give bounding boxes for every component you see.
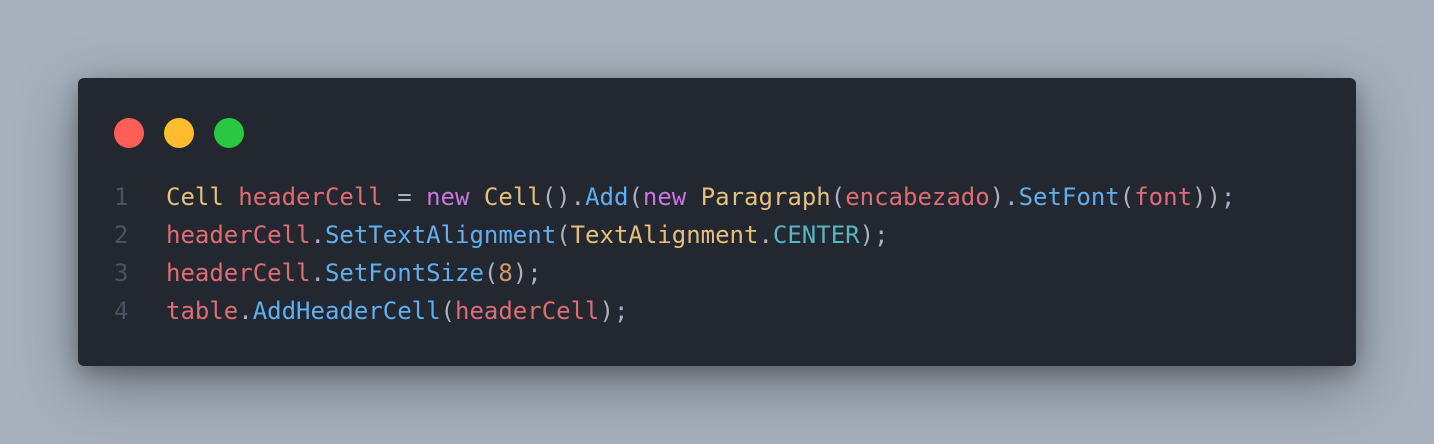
- code-line: 2 headerCell.SetTextAlignment(TextAlignme…: [78, 216, 1356, 254]
- code-token-punct: );: [512, 259, 542, 287]
- code-token-method: SetFont: [1018, 183, 1120, 211]
- code-token-punct: (: [556, 221, 571, 249]
- code-token-variable: font: [1134, 183, 1193, 211]
- code-token-punct: [686, 183, 700, 211]
- code-token-punct: ().: [541, 183, 586, 211]
- code-token-punct: .: [238, 297, 253, 325]
- code-token-punct: (: [1119, 183, 1135, 211]
- code-token-variable: headerCell: [455, 297, 600, 325]
- code-token-punct: .: [310, 259, 325, 287]
- code-token-punct: [224, 183, 238, 211]
- code-token-punct: ));: [1192, 183, 1236, 211]
- code-token-method: SetTextAlignment: [324, 221, 557, 249]
- line-number: 1: [114, 183, 129, 211]
- code-token-punct: .: [310, 221, 325, 249]
- code-line: 1 Cell headerCell = new Cell().Add(new Pa…: [78, 178, 1356, 216]
- code-token-type: Cell: [483, 183, 542, 211]
- code-token-method: AddHeaderCell: [252, 297, 441, 325]
- line-source: headerCell.SetFontSize(8);: [166, 254, 542, 292]
- code-token-punct: .: [758, 221, 773, 249]
- code-token-type: Paragraph: [700, 183, 831, 211]
- code-token-variable: encabezado: [845, 183, 990, 211]
- code-token-variable: headerCell: [166, 221, 311, 249]
- line-source: headerCell.SetTextAlignment(TextAlignmen…: [166, 216, 889, 254]
- code-line: 3 headerCell.SetFontSize(8);: [78, 254, 1356, 292]
- code-block: 1 Cell headerCell = new Cell().Add(new Pa…: [78, 178, 1356, 330]
- code-line: 4 table.AddHeaderCell(headerCell);: [78, 292, 1356, 330]
- code-token-punct: (: [628, 183, 643, 211]
- code-token-keyword: new: [426, 183, 470, 211]
- code-token-variable: headerCell: [166, 259, 311, 287]
- code-token-type: TextAlignment: [570, 221, 759, 249]
- line-number: 4: [114, 297, 129, 325]
- line-source: Cell headerCell = new Cell().Add(new Par…: [166, 178, 1235, 216]
- line-number: 3: [114, 259, 129, 287]
- line-source: table.AddHeaderCell(headerCell);: [166, 292, 628, 330]
- code-token-punct: );: [599, 297, 629, 325]
- code-token-method: SetFontSize: [324, 259, 484, 287]
- minimize-window-button[interactable]: [164, 118, 194, 148]
- code-token-variable: headerCell: [238, 183, 383, 211]
- code-token-punct: (: [483, 259, 499, 287]
- code-token-variable: table: [166, 297, 239, 325]
- maximize-window-button[interactable]: [214, 118, 244, 148]
- line-number: 2: [114, 221, 129, 249]
- code-token-constant: CENTER: [772, 221, 860, 249]
- code-token-punct: =: [382, 183, 427, 211]
- close-window-button[interactable]: [114, 118, 144, 148]
- code-token-punct: (: [440, 297, 455, 325]
- code-token-type: Cell: [166, 183, 224, 211]
- code-token-number: 8: [498, 259, 513, 287]
- code-token-punct: ).: [989, 183, 1019, 211]
- code-window: 1 Cell headerCell = new Cell().Add(new Pa…: [78, 78, 1356, 366]
- code-token-punct: );: [859, 221, 889, 249]
- code-token-keyword: new: [642, 183, 687, 211]
- code-token-punct: (: [830, 183, 846, 211]
- code-token-method: Add: [585, 183, 629, 211]
- code-token-punct: [469, 183, 483, 211]
